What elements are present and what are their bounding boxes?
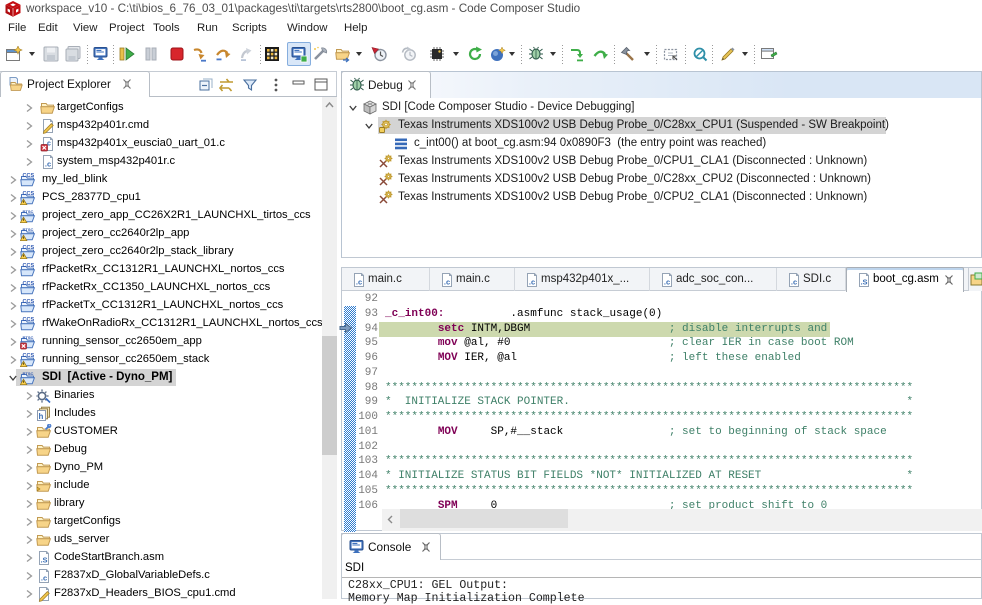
svg-text:h: h <box>39 412 44 421</box>
svg-text:CCS: CCS <box>23 299 35 305</box>
svg-text:CCS: CCS <box>23 245 35 251</box>
svg-text:.c: .c <box>791 278 797 287</box>
svg-text:CCS: CCS <box>23 191 35 197</box>
svg-text:CCS: CCS <box>23 317 35 323</box>
svg-text:RTSC: RTSC <box>23 227 34 232</box>
svg-text:CCS: CCS <box>23 353 35 359</box>
svg-text:RTSC: RTSC <box>23 209 34 214</box>
svg-text:RTSC: RTSC <box>23 371 34 376</box>
svg-text:CCS: CCS <box>23 281 35 287</box>
svg-text:.S: .S <box>40 556 47 565</box>
svg-text:RTSC: RTSC <box>23 335 34 340</box>
svg-text:.c: .c <box>664 278 670 287</box>
svg-text:.c: .c <box>45 160 51 169</box>
svg-text:CCS: CCS <box>23 173 35 179</box>
svg-text:.c: .c <box>529 278 535 287</box>
svg-text:.c: .c <box>356 278 362 287</box>
svg-text:.S: .S <box>860 278 867 287</box>
svg-text:CCS: CCS <box>23 263 35 269</box>
svg-text:.c: .c <box>444 278 450 287</box>
svg-text:.c: .c <box>41 574 47 583</box>
